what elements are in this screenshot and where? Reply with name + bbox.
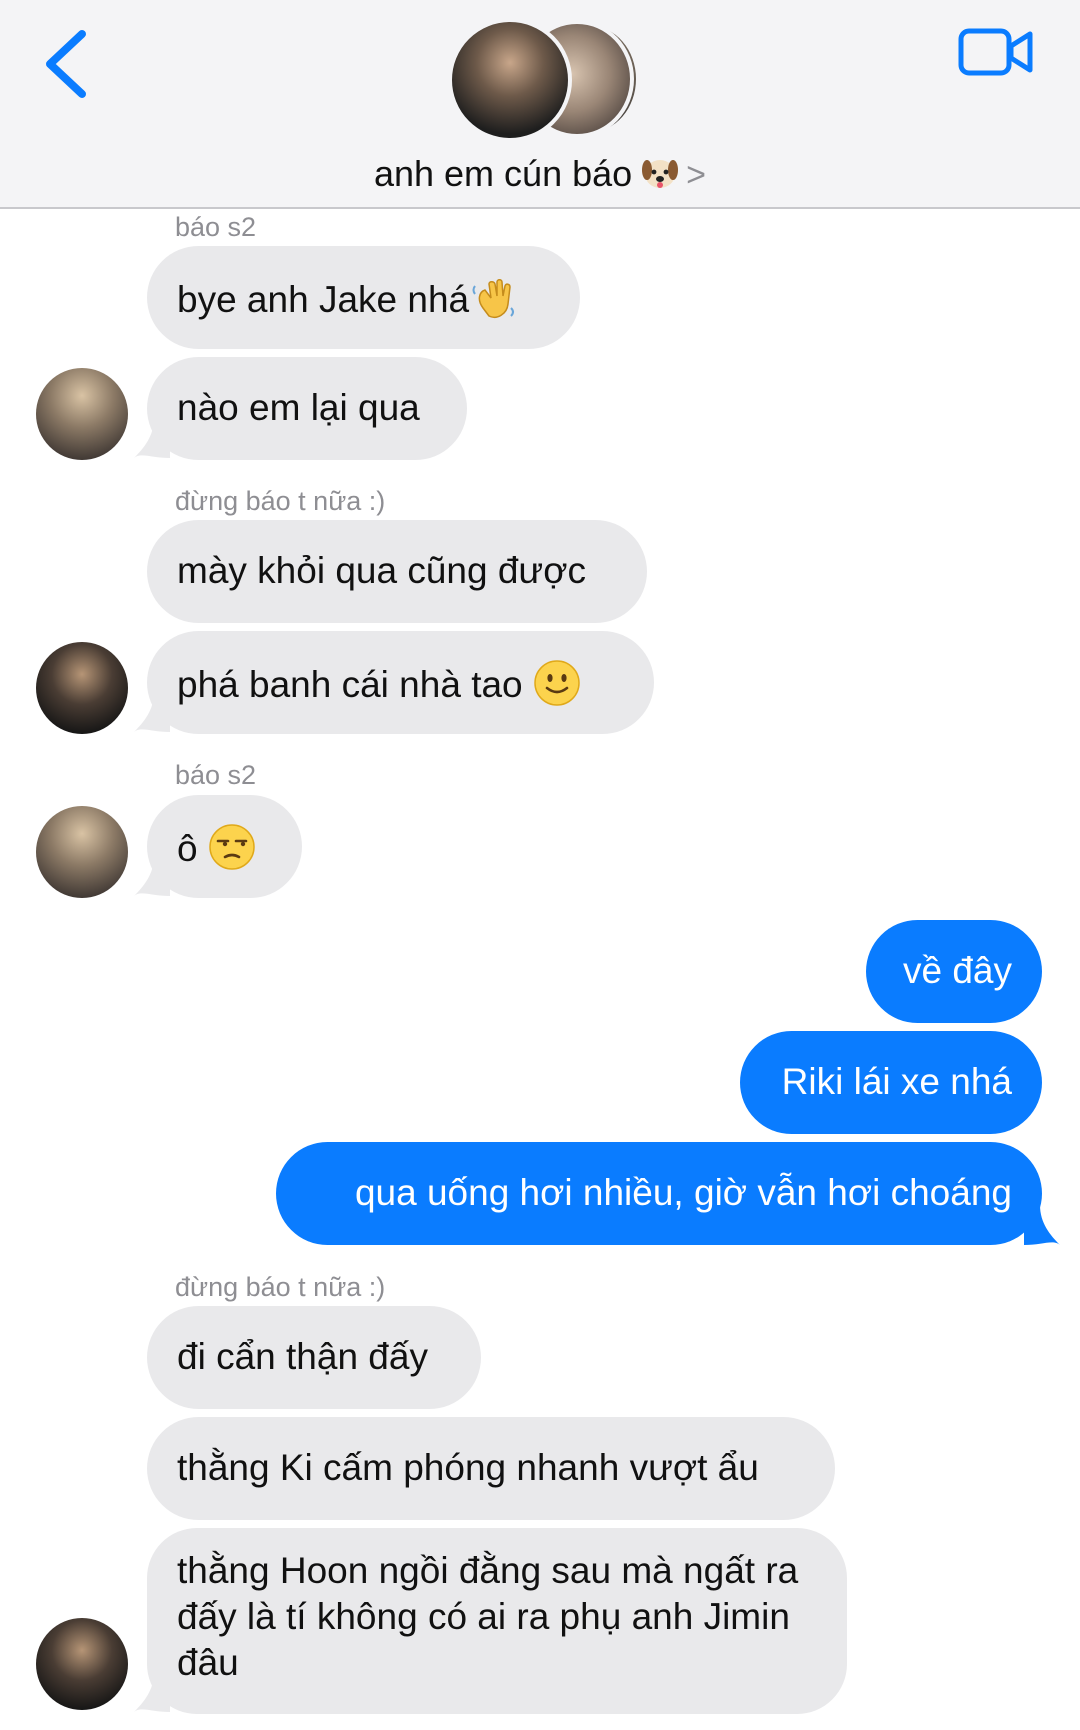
sender-name: báo s2 bbox=[175, 760, 257, 790]
chevron-left-icon[interactable] bbox=[40, 26, 100, 102]
avatar bbox=[448, 18, 572, 142]
message-text: bye anh Jake nhá bbox=[177, 279, 470, 320]
message-text: đi cẩn thận đấy bbox=[177, 1336, 428, 1377]
sender-name: đừng báo t nữa :) bbox=[175, 1272, 386, 1302]
message-text: qua uống hơi nhiều, giờ vẫn hơi choáng bbox=[354, 1172, 1012, 1213]
message-bubble-outgoing[interactable]: Riki lái xe nhá bbox=[740, 1031, 1042, 1134]
message-bubble-outgoing[interactable]: qua uống hơi nhiều, giờ vẫn hơi choáng bbox=[276, 1142, 1042, 1245]
message-text: thằng Hoon ngồi đằng sau mà ngất ra đấy … bbox=[177, 1550, 799, 1683]
group-avatar-stack[interactable] bbox=[448, 18, 640, 142]
video-camera-icon[interactable] bbox=[958, 26, 1034, 78]
sender-name: đừng báo t nữa :) bbox=[175, 486, 386, 516]
message-bubble[interactable]: thằng Hoon ngồi đằng sau mà ngất ra đấy … bbox=[147, 1528, 847, 1714]
sender-name: báo s2 bbox=[175, 212, 257, 242]
message-text: về đây bbox=[902, 950, 1012, 991]
message-text: ô bbox=[177, 828, 198, 869]
avatar[interactable] bbox=[36, 642, 128, 734]
message-text: nào em lại qua bbox=[177, 387, 420, 428]
message-bubble[interactable]: mày khỏi qua cũng được bbox=[147, 520, 647, 623]
chat-header: anh em cún báo > bbox=[0, 0, 1080, 209]
chevron-right-icon: > bbox=[686, 156, 707, 194]
avatar[interactable] bbox=[36, 1618, 128, 1710]
avatar[interactable] bbox=[36, 806, 128, 898]
message-text: Riki lái xe nhá bbox=[781, 1061, 1012, 1102]
message-bubble[interactable]: ô bbox=[147, 795, 302, 898]
waving-hand-emoji bbox=[472, 279, 515, 318]
message-bubble[interactable]: bye anh Jake nhá bbox=[147, 246, 580, 349]
message-bubble[interactable]: đi cẩn thận đấy bbox=[147, 1306, 481, 1409]
message-text: phá banh cái nhà tao bbox=[177, 664, 523, 705]
message-bubble-outgoing[interactable]: về đây bbox=[866, 920, 1042, 1023]
slightly-smiling-face-emoji bbox=[534, 660, 580, 706]
conversation-title-text: anh em cún báo bbox=[373, 153, 633, 194]
conversation-title[interactable]: anh em cún báo > bbox=[0, 152, 1080, 197]
unamused-face-emoji bbox=[209, 824, 255, 870]
message-bubble[interactable]: nào em lại qua bbox=[147, 357, 467, 460]
dog-face-emoji bbox=[642, 160, 679, 188]
avatar[interactable] bbox=[36, 368, 128, 460]
message-text: thằng Ki cấm phóng nhanh vượt ẩu bbox=[177, 1447, 759, 1488]
message-text: mày khỏi qua cũng được bbox=[177, 550, 586, 591]
message-bubble[interactable]: phá banh cái nhà tao bbox=[147, 631, 654, 734]
message-bubble[interactable]: thằng Ki cấm phóng nhanh vượt ẩu bbox=[147, 1417, 835, 1520]
